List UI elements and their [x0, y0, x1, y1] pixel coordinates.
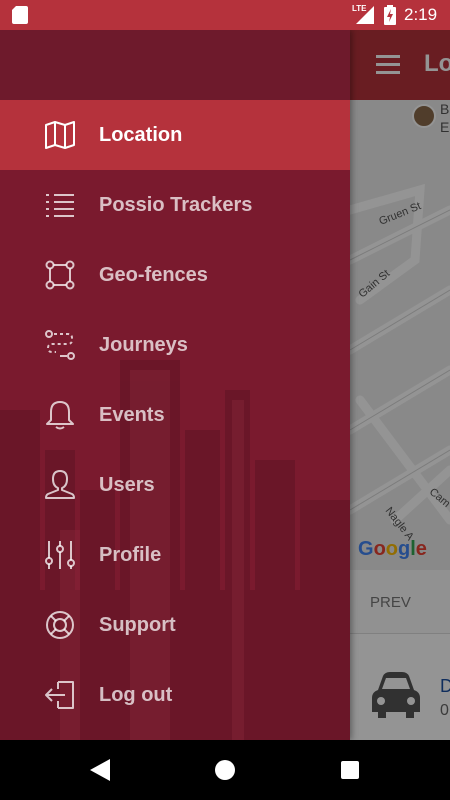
drawer-item-label: Geo-fences: [99, 264, 208, 286]
drawer-item-label: Journeys: [99, 334, 188, 356]
drawer-menu: Location Possio Trackers Geo-fences Jour…: [0, 100, 350, 730]
battery-charging-icon: [384, 5, 396, 25]
status-bar: LTE 2:19: [0, 0, 450, 30]
home-icon[interactable]: [215, 760, 235, 780]
user-icon: [45, 470, 75, 499]
sliders-icon: [45, 541, 75, 569]
recents-icon[interactable]: [341, 761, 359, 779]
drawer-item-profile[interactable]: Profile: [0, 520, 350, 590]
drawer-item-label: Log out: [99, 684, 173, 706]
drawer-item-journeys[interactable]: Journeys: [0, 310, 350, 380]
route-icon: [45, 330, 75, 360]
lifebuoy-icon: [46, 611, 74, 639]
drawer-item-label: Possio Trackers: [99, 194, 253, 216]
system-navigation-bar: [0, 740, 450, 800]
drawer-item-support[interactable]: Support: [0, 590, 350, 660]
drawer-item-label: Events: [99, 404, 165, 426]
drawer-item-label: Profile: [99, 544, 162, 566]
drawer-item-users[interactable]: Users: [0, 450, 350, 520]
drawer-header: [0, 30, 350, 100]
list-icon: [46, 194, 74, 217]
drawer-item-label: Location: [99, 124, 183, 146]
map-icon: [45, 121, 75, 149]
drawer-item-location[interactable]: Location: [0, 100, 350, 170]
sd-card-icon: [12, 6, 28, 24]
drawer-item-label: Users: [99, 474, 155, 496]
logout-icon: [45, 681, 74, 709]
clock: 2:19: [404, 5, 438, 24]
drawer-item-log-out[interactable]: Log out: [0, 660, 350, 730]
drawer-item-label: Support: [99, 614, 176, 636]
bell-icon: [46, 401, 74, 430]
drawer-item-geo-fences[interactable]: Geo-fences: [0, 240, 350, 310]
signal-icon: [356, 6, 374, 24]
geofence-icon: [45, 260, 75, 290]
drawer-item-events[interactable]: Events: [0, 380, 350, 450]
back-icon[interactable]: [90, 759, 110, 781]
navigation-drawer: Location Possio Trackers Geo-fences Jour…: [0, 30, 350, 740]
drawer-item-possio-trackers[interactable]: Possio Trackers: [0, 170, 350, 240]
